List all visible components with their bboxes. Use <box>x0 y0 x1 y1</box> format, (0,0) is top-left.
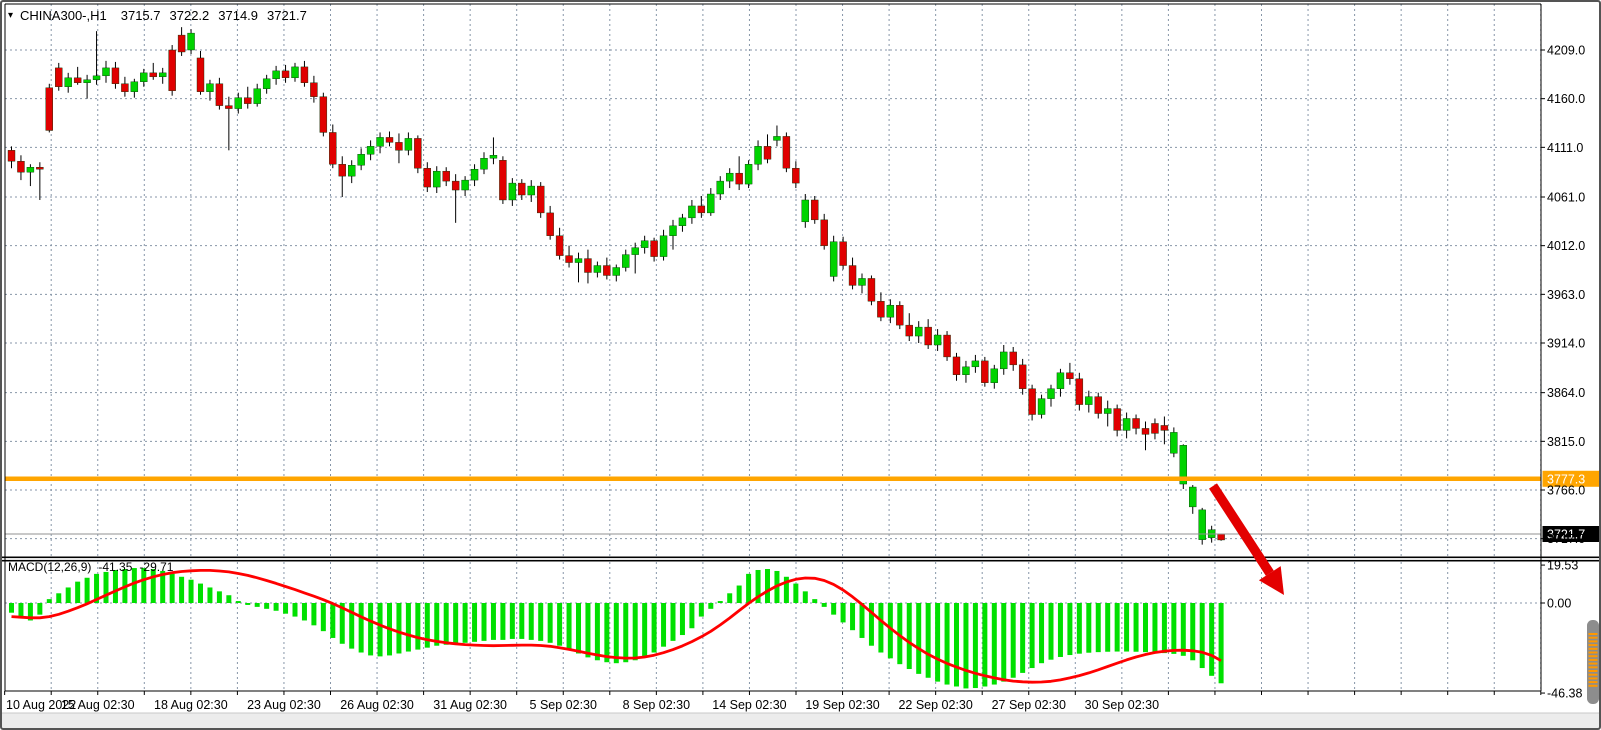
axis-label: 19.53 <box>1547 559 1578 573</box>
axis-label: 3815.0 <box>1547 435 1585 449</box>
axis-label: 5 Sep 02:30 <box>530 698 597 712</box>
axis-label: 19 Sep 02:30 <box>805 698 879 712</box>
axis-label: 27 Sep 02:30 <box>992 698 1066 712</box>
scrollbar-thumb[interactable] <box>1587 620 1599 704</box>
ohlc-close: 3721.7 <box>267 8 307 23</box>
axis-label: 3766.0 <box>1547 484 1585 498</box>
axis-label: 4111.0 <box>1547 141 1583 155</box>
macd-indicator-label: MACD(12,26,9) -41.35 -29.71 <box>8 560 180 574</box>
axis-label: 4160.0 <box>1547 92 1585 106</box>
axis-label: 26 Aug 02:30 <box>340 698 414 712</box>
bottom-strip <box>2 714 1599 729</box>
ohlc-open: 3715.7 <box>121 8 161 23</box>
macd-main-value: -41.35 <box>98 560 132 574</box>
axis-label: 3914.0 <box>1547 337 1585 351</box>
macd-name: MACD(12,26,9) <box>8 560 91 574</box>
chart-canvas[interactable]: 3777.33721.74209.04160.04111.04061.04012… <box>0 0 1601 730</box>
chart-title: ▾ CHINA300-,H1 3715.7 3722.2 3714.9 3721… <box>8 8 316 23</box>
axis-label: 22 Sep 02:30 <box>898 698 972 712</box>
axis-label: 3864.0 <box>1547 386 1585 400</box>
axis-label: 4012.0 <box>1547 239 1585 253</box>
axis-label: 0.00 <box>1547 597 1571 611</box>
axis-label: 23 Aug 02:30 <box>247 698 321 712</box>
axis-label: 14 Sep 02:30 <box>712 698 786 712</box>
symbol-label: CHINA300-,H1 <box>20 8 107 23</box>
ohlc-low: 3714.9 <box>218 8 258 23</box>
axis-label: 15 Aug 02:30 <box>61 698 135 712</box>
axis-label: 4061.0 <box>1547 190 1585 204</box>
ohlc-high: 3722.2 <box>170 8 210 23</box>
mt4-chart-window: 3777.33721.74209.04160.04111.04061.04012… <box>0 0 1601 730</box>
macd-signal-value: -29.71 <box>139 560 173 574</box>
symbol-dropdown-icon[interactable]: ▾ <box>8 11 13 21</box>
axis-label: 3717.0 <box>1547 532 1585 546</box>
axis-label: 8 Sep 02:30 <box>623 698 690 712</box>
axis-label: 3963.0 <box>1547 288 1585 302</box>
axis-label: 4209.0 <box>1547 44 1585 58</box>
axis-label: -46.38 <box>1547 687 1582 701</box>
axis-label: 18 Aug 02:30 <box>154 698 228 712</box>
axis-label: 30 Sep 02:30 <box>1085 698 1159 712</box>
axis-label: 31 Aug 02:30 <box>433 698 507 712</box>
